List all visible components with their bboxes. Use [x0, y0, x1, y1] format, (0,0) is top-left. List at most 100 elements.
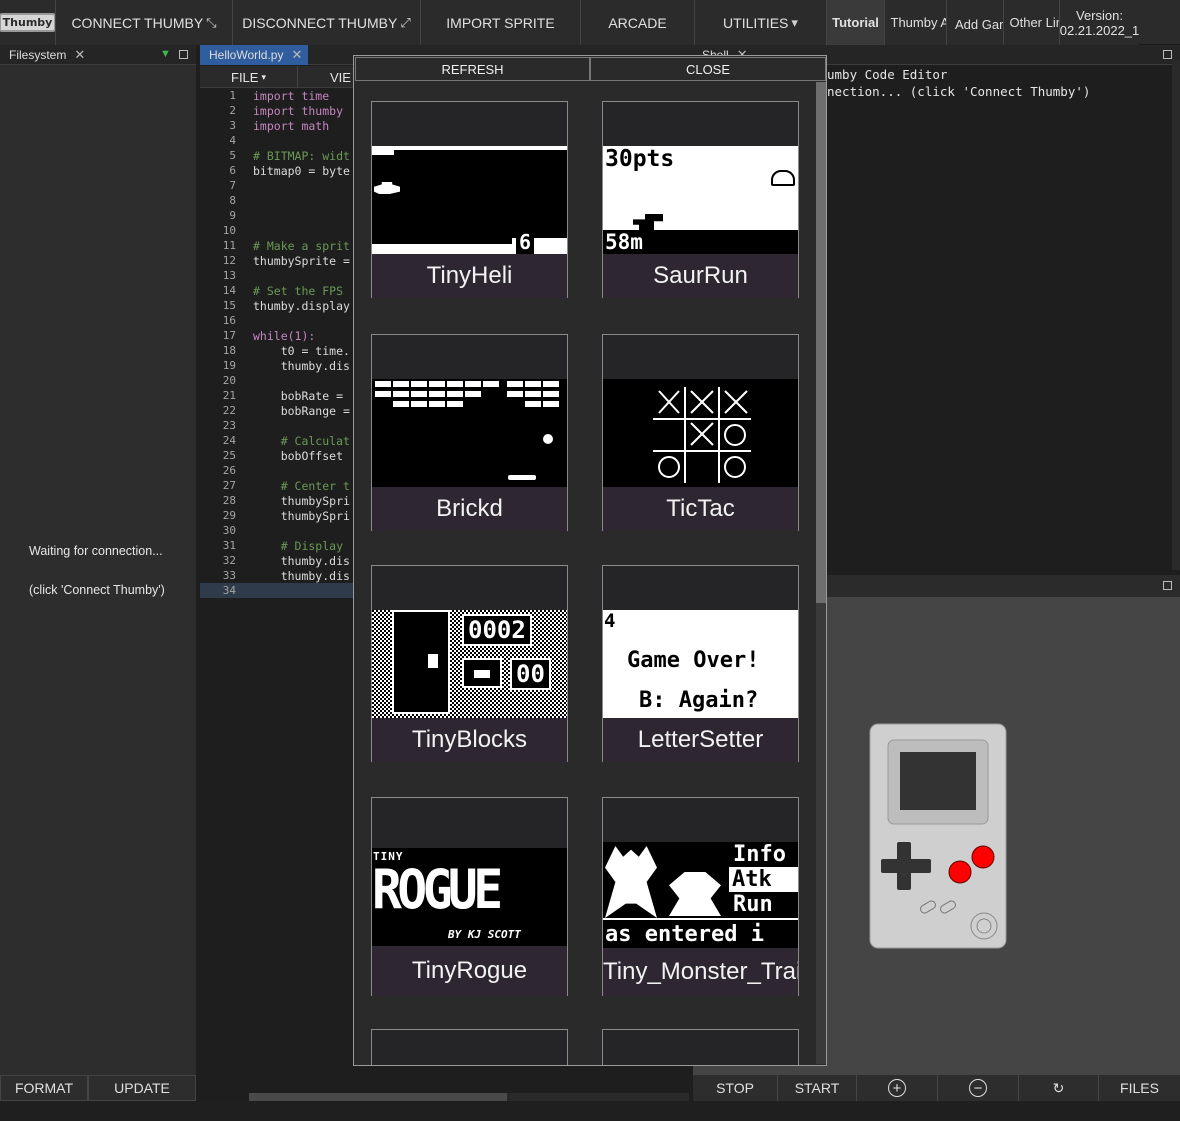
game-card-tinyblocks[interactable]: 0002 00 TinyBlocks [371, 565, 568, 762]
arcade-button[interactable]: ARCADE [580, 0, 694, 45]
refresh-button[interactable]: REFRESH [355, 57, 590, 81]
menu-attack: Atk [729, 867, 798, 892]
add-game-button[interactable]: Add Game To [946, 0, 1035, 45]
line-number: 26 [222, 464, 236, 477]
playfield [392, 610, 450, 714]
code-line[interactable]: bobOffset [253, 449, 343, 463]
game-title: Brickd [372, 487, 567, 531]
falling-block [428, 654, 438, 668]
game-card-saurrun[interactable]: 30pts 58m SaurRun [602, 101, 799, 298]
line-number: 3 [229, 119, 236, 132]
editor-tab[interactable]: HelloWorld.py ✕ [200, 45, 308, 65]
line-number: 32 [222, 554, 236, 567]
game-card-brickd[interactable]: Brickd [371, 334, 568, 531]
game-card-partial[interactable] [602, 1029, 799, 1065]
game-card-tinyheli[interactable]: 6 TinyHeli [371, 101, 568, 298]
zoom-out-button[interactable]: − [937, 1075, 1018, 1101]
code-line[interactable]: # Display [253, 539, 343, 553]
version-info: Version: 02.21.2022_1 [1059, 0, 1139, 45]
chevron-down-icon[interactable]: ▼ [160, 48, 171, 60]
other-links-menu[interactable]: Other Links [1003, 0, 1076, 45]
close-icon[interactable]: ✕ [74, 47, 85, 63]
tutorial-button[interactable]: Tutorial [826, 0, 884, 45]
connect-thumby-button[interactable]: CONNECT THUMBY ⤡ [55, 0, 232, 45]
start-button[interactable]: START [777, 1075, 856, 1101]
line-number: 13 [222, 269, 236, 282]
maximize-icon[interactable] [1163, 50, 1172, 59]
arcade-label: ARCADE [608, 14, 667, 31]
disconnect-thumby-button[interactable]: DISCONNECT THUMBY ⤢ [232, 0, 420, 45]
line-number: 24 [222, 434, 236, 447]
code-line[interactable]: t0 = time. [253, 344, 350, 358]
code-line[interactable]: # BITMAP: widt [253, 149, 350, 163]
code-line[interactable]: # Center t [253, 479, 350, 493]
editor-hscroll[interactable] [249, 1093, 689, 1101]
game-card-tictac[interactable]: TicTac [602, 334, 799, 531]
format-button[interactable]: FORMAT [0, 1075, 88, 1101]
thumby-api-button[interactable]: Thumby API [884, 0, 961, 45]
arcade-scrollbar-thumb[interactable] [816, 82, 826, 603]
version-label: Version: [1076, 7, 1123, 23]
files-button[interactable]: FILES [1098, 1075, 1180, 1101]
game-card-tiny-monster-train[interactable]: Info Atk Run as entered i Tiny_Monster_T… [602, 797, 799, 996]
line-number: 15 [222, 299, 236, 312]
file-menu[interactable]: FILE ▾ [200, 66, 298, 88]
filesystem-tab[interactable]: Filesystem ✕ [0, 45, 85, 65]
code-line[interactable]: thumby.dis [253, 569, 350, 583]
game-card-lettersetter[interactable]: 4 Game Over! B: Again? LetterSetter [602, 565, 799, 762]
code-line[interactable]: bobRange = [253, 404, 350, 418]
code-line[interactable]: thumbySprite = [253, 254, 350, 268]
menu-run: Run [733, 892, 773, 917]
game-card-partial[interactable] [371, 1029, 568, 1065]
line-number: 25 [222, 449, 236, 462]
game-title: LetterSetter [603, 718, 798, 762]
rogue-logo: ROGUE [372, 858, 503, 921]
line-number: 8 [229, 194, 236, 207]
game-title: TicTac [603, 487, 798, 531]
code-line[interactable]: import math [253, 119, 329, 133]
code-line[interactable]: # Set the FPS [253, 284, 343, 298]
code-line[interactable]: import time [253, 89, 329, 103]
code-line[interactable]: # Make a sprit [253, 239, 350, 253]
add-game-label: Add Game To [955, 17, 1035, 32]
import-sprite-button[interactable]: IMPORT SPRITE [420, 0, 580, 45]
stop-button[interactable]: STOP [693, 1075, 777, 1101]
brick-wall [375, 381, 559, 480]
code-line[interactable]: while(1): [253, 329, 315, 343]
b-button[interactable] [948, 860, 972, 884]
code-line[interactable]: # Calculat [253, 434, 350, 448]
a-button[interactable] [971, 845, 995, 869]
game-title: TinyHeli [372, 254, 567, 298]
code-line[interactable]: bobRate = [253, 389, 343, 403]
monster-sprite [605, 846, 657, 918]
maximize-icon[interactable] [1163, 581, 1172, 590]
code-line[interactable]: thumby.dis [253, 359, 350, 373]
code-line[interactable]: thumby.display [253, 299, 350, 313]
zoom-in-button[interactable]: + [856, 1075, 937, 1101]
code-line[interactable]: thumbySpri [253, 494, 350, 508]
rotate-button[interactable]: ↻ [1018, 1075, 1098, 1101]
maximize-icon[interactable] [179, 50, 188, 59]
update-button[interactable]: UPDATE [88, 1075, 196, 1101]
thumby-device[interactable] [860, 720, 1020, 960]
code-line[interactable]: thumby.dis [253, 554, 350, 568]
line-number: 5 [229, 149, 236, 162]
line-number: 4 [229, 134, 236, 147]
saurrun-distance: 58m [605, 230, 643, 254]
editor-hscroll-thumb[interactable] [249, 1093, 507, 1101]
code-line[interactable]: import thumby [253, 104, 343, 118]
filesystem-tabbar: Filesystem ✕ ▼ [0, 45, 196, 65]
status-bar [0, 1101, 1180, 1121]
close-button[interactable]: CLOSE [590, 57, 826, 81]
game-preview: Info Atk Run as entered i [603, 842, 798, 948]
utilities-menu[interactable]: UTILITIES ▾ [694, 0, 826, 45]
code-line[interactable]: bitmap0 = byte [253, 164, 350, 178]
dpad-horizontal[interactable] [881, 859, 931, 873]
game-card-tinyrogue[interactable]: TINY ROGUE BY KJ SCOTT TinyRogue [371, 797, 568, 996]
line-number: 20 [222, 374, 236, 387]
shell-scrollbar[interactable] [1172, 60, 1180, 570]
enemy-sprite [669, 872, 721, 916]
close-icon[interactable]: ✕ [291, 47, 302, 63]
code-line[interactable]: thumbySpri [253, 509, 350, 523]
menu-info: Info [733, 842, 786, 867]
